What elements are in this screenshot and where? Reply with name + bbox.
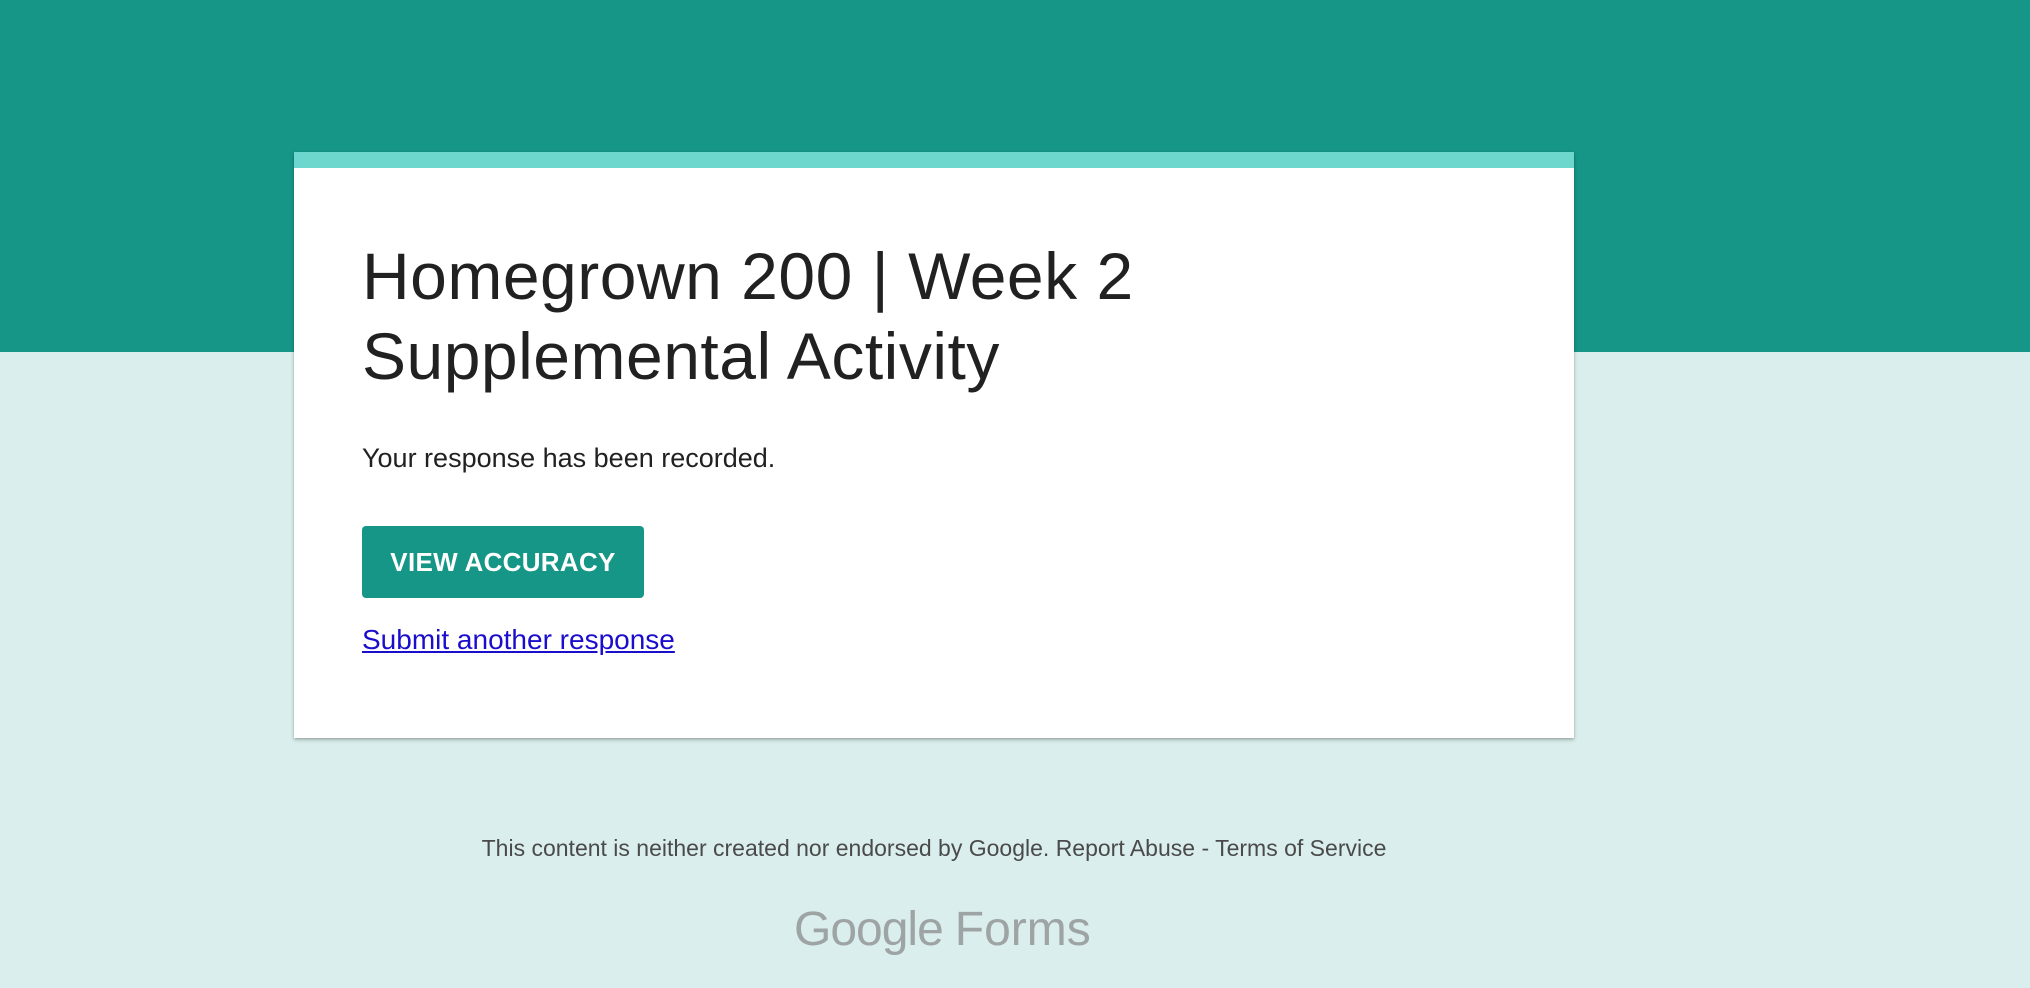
footer-disclaimer: This content is neither created nor endo… <box>481 835 1050 861</box>
form-title: Homegrown 200 | Week 2 Supplemental Acti… <box>362 239 1134 393</box>
terms-of-service-link[interactable]: Terms of Service <box>1215 835 1386 861</box>
confirmation-card: Homegrown 200 | Week 2 Supplemental Acti… <box>294 152 1574 738</box>
forms-product-name: Forms <box>954 903 1091 956</box>
confirmation-message: Your response has been recorded. <box>362 443 776 473</box>
google-wordmark: Google <box>794 903 944 956</box>
view-accuracy-button[interactable]: VIEW ACCURACY <box>362 526 644 598</box>
footer-separator: - <box>1201 835 1210 861</box>
submit-another-response-link[interactable]: Submit another response <box>362 620 675 660</box>
card-accent-bar <box>294 152 1574 168</box>
report-abuse-link[interactable]: Report Abuse <box>1056 835 1195 861</box>
footer-disclaimer-row: This content is neither created nor endo… <box>0 832 1868 864</box>
google-forms-logo[interactable]: Google Forms <box>794 900 1091 960</box>
